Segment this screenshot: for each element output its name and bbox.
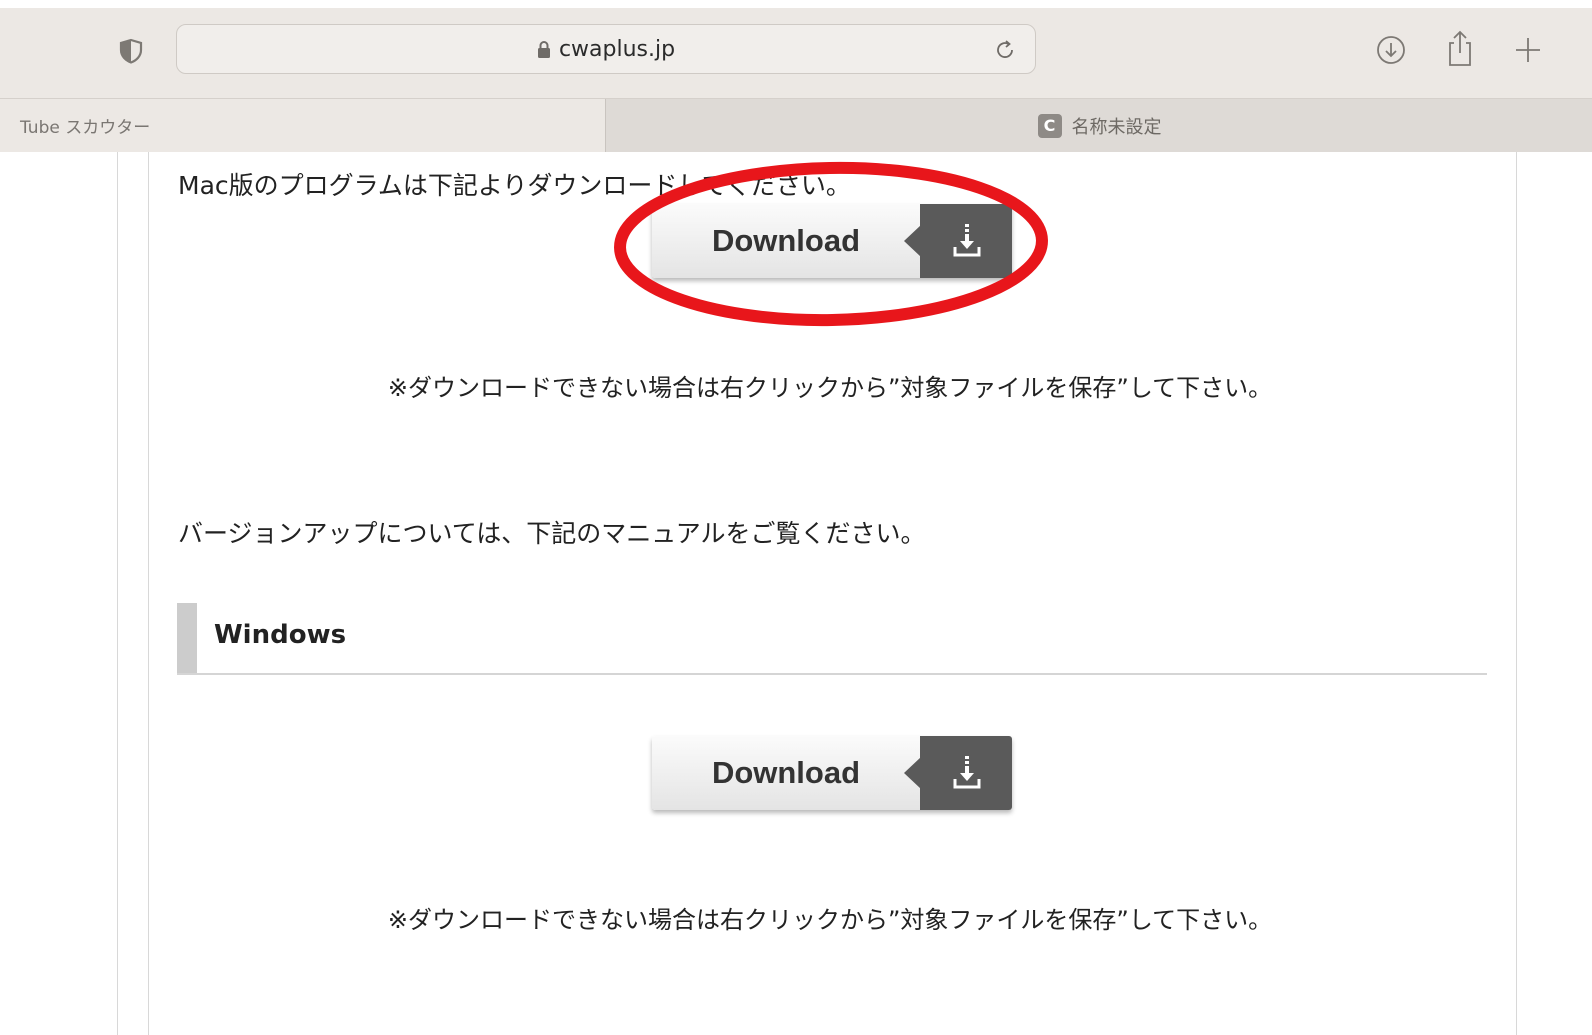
reload-icon[interactable] bbox=[993, 38, 1017, 62]
windows-heading: Windows bbox=[214, 620, 347, 650]
url-text: cwaplus.jp bbox=[558, 36, 676, 62]
download-arrow-icon bbox=[953, 756, 981, 789]
button-notch bbox=[904, 757, 921, 789]
button-notch bbox=[904, 225, 921, 257]
mac-intro-text: Mac版のプログラムは下記よりダウンロードしてください。 bbox=[178, 171, 851, 200]
heading-accent-bar bbox=[177, 603, 197, 674]
windows-download-button[interactable]: Download bbox=[652, 736, 1012, 810]
tab-tube-scouter[interactable]: Tube スカウター bbox=[0, 99, 605, 152]
download-button-label: Download bbox=[652, 204, 920, 278]
download-note-windows: ※ダウンロードできない場合は右クリックから”対象ファイルを保存”して下さい。 bbox=[387, 906, 1273, 934]
download-icon-panel bbox=[920, 204, 1012, 278]
tab-bar: Tube スカウター C 名称未設定 bbox=[0, 98, 1592, 153]
lock-icon bbox=[537, 41, 550, 58]
privacy-shield-icon[interactable] bbox=[117, 37, 145, 65]
mac-download-button[interactable]: Download bbox=[652, 204, 1012, 278]
window-top-edge bbox=[0, 0, 1592, 8]
browser-toolbar: cwaplus.jp bbox=[0, 0, 1592, 100]
download-icon-panel bbox=[920, 736, 1012, 810]
downloads-icon[interactable] bbox=[1374, 33, 1408, 67]
download-note-mac: ※ダウンロードできない場合は右クリックから”対象ファイルを保存”して下さい。 bbox=[387, 374, 1273, 402]
download-button-label: Download bbox=[652, 736, 920, 810]
address-bar[interactable]: cwaplus.jp bbox=[176, 24, 1036, 74]
download-arrow-icon bbox=[953, 224, 981, 257]
tab-label: Tube スカウター bbox=[20, 118, 151, 138]
version-up-text: バージョンアップについては、下記のマニュアルをご覧ください。 bbox=[178, 519, 926, 548]
share-icon[interactable] bbox=[1443, 28, 1477, 68]
page-content: Mac版のプログラムは下記よりダウンロードしてください。 Download ※ダ… bbox=[0, 152, 1592, 1035]
new-tab-icon[interactable] bbox=[1511, 33, 1545, 67]
tab-untitled[interactable]: C 名称未設定 bbox=[605, 99, 1592, 152]
tab-label: 名称未設定 bbox=[1071, 116, 1162, 138]
site-favicon-icon: C bbox=[1037, 113, 1062, 138]
heading-underline bbox=[177, 673, 1487, 675]
